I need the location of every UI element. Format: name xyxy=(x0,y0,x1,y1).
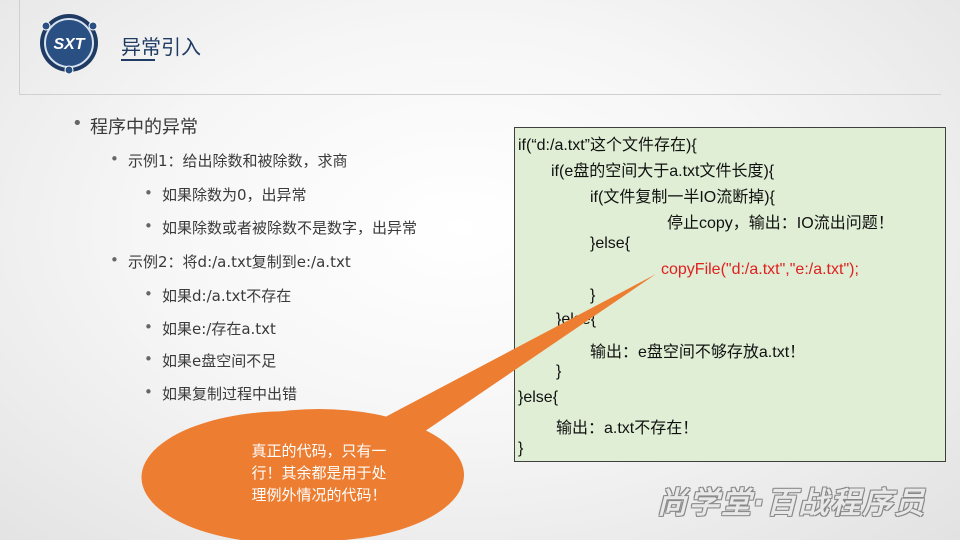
bullet-dot: • xyxy=(110,251,119,269)
bullet-dot: • xyxy=(144,350,153,368)
bullet-example-2: • 示例2：将d:/a.txt复制到e:/a.txt xyxy=(110,251,351,272)
title-underline xyxy=(121,59,155,61)
bullet-not-number: • 如果除数或者被除数不是数字，出异常 xyxy=(144,217,418,238)
bullet-file-exists: • 如果e:/存在a.txt xyxy=(144,318,276,339)
bullet-example-1: • 示例1：给出除数和被除数，求商 xyxy=(110,150,348,171)
callout-text: 真正的代码，只有一 行！其余都是用于处 理例外情况的代码！ xyxy=(214,440,424,506)
bullet-text: 如果除数为0，出异常 xyxy=(162,186,307,204)
code-line: if(“d:/a.txt”这个文件存在){ xyxy=(518,137,697,154)
bullet-dot: • xyxy=(144,285,153,303)
bullet-text: 如果e盘空间不足 xyxy=(162,352,277,370)
code-line: }else{ xyxy=(518,389,559,406)
sxt-logo: SXT xyxy=(40,14,98,74)
code-line: 停止copy，输出：IO流出问题！ xyxy=(667,215,894,232)
bullet-text: 示例2：将d:/a.txt复制到e:/a.txt xyxy=(128,253,351,271)
code-line: if(文件复制一半IO流断掉){ xyxy=(590,189,775,206)
bullet-copy-error: • 如果复制过程中出错 xyxy=(144,383,298,404)
bullet-text: 如果除数或者被除数不是数字，出异常 xyxy=(162,219,418,237)
callout-line: 真正的代码，只有一 xyxy=(251,442,387,460)
bullet-text: 程序中的异常 xyxy=(90,117,198,138)
callout-line: 行！其余都是用于处 xyxy=(251,464,387,482)
code-line-highlighted: copyFile("d:/a.txt","e:/a.txt"); xyxy=(661,261,859,278)
code-line: } xyxy=(518,440,524,457)
bullet-file-missing: • 如果d:/a.txt不存在 xyxy=(144,285,292,306)
code-line: 输出：a.txt不存在！ xyxy=(556,420,699,437)
bullet-text: 如果e:/存在a.txt xyxy=(162,320,276,338)
header-vertical-divider xyxy=(19,0,20,94)
bullet-divide-by-zero: • 如果除数为0，出异常 xyxy=(144,184,307,205)
bullet-dot: • xyxy=(144,217,153,235)
code-line: } xyxy=(556,363,562,380)
brand-watermark: 尚学堂·百战程序员 xyxy=(657,486,927,521)
header-horizontal-divider xyxy=(19,94,941,95)
bullet-dot: • xyxy=(144,383,153,401)
code-line: if(e盘的空间大于a.txt文件长度){ xyxy=(551,163,775,180)
bullet-text: 如果d:/a.txt不存在 xyxy=(162,287,292,305)
logo-text: SXT xyxy=(53,36,85,53)
bullet-text: 示例1：给出除数和被除数，求商 xyxy=(128,152,348,170)
bullet-dot: • xyxy=(144,318,153,336)
bullet-dot: • xyxy=(72,113,83,134)
bullet-program-exceptions: • 程序中的异常 xyxy=(72,113,198,139)
callout-line: 理例外情况的代码！ xyxy=(251,486,387,504)
code-line: }else{ xyxy=(556,311,597,328)
slide-title: 异常引入 xyxy=(121,35,201,59)
code-line: 输出：e盘空间不够存放a.txt！ xyxy=(590,344,806,361)
bullet-dot: • xyxy=(110,150,119,168)
bullet-dot: • xyxy=(144,184,153,202)
code-line: }else{ xyxy=(590,235,631,252)
code-line: } xyxy=(590,287,596,304)
bullet-text: 如果复制过程中出错 xyxy=(162,385,298,403)
bullet-disk-full: • 如果e盘空间不足 xyxy=(144,350,277,371)
